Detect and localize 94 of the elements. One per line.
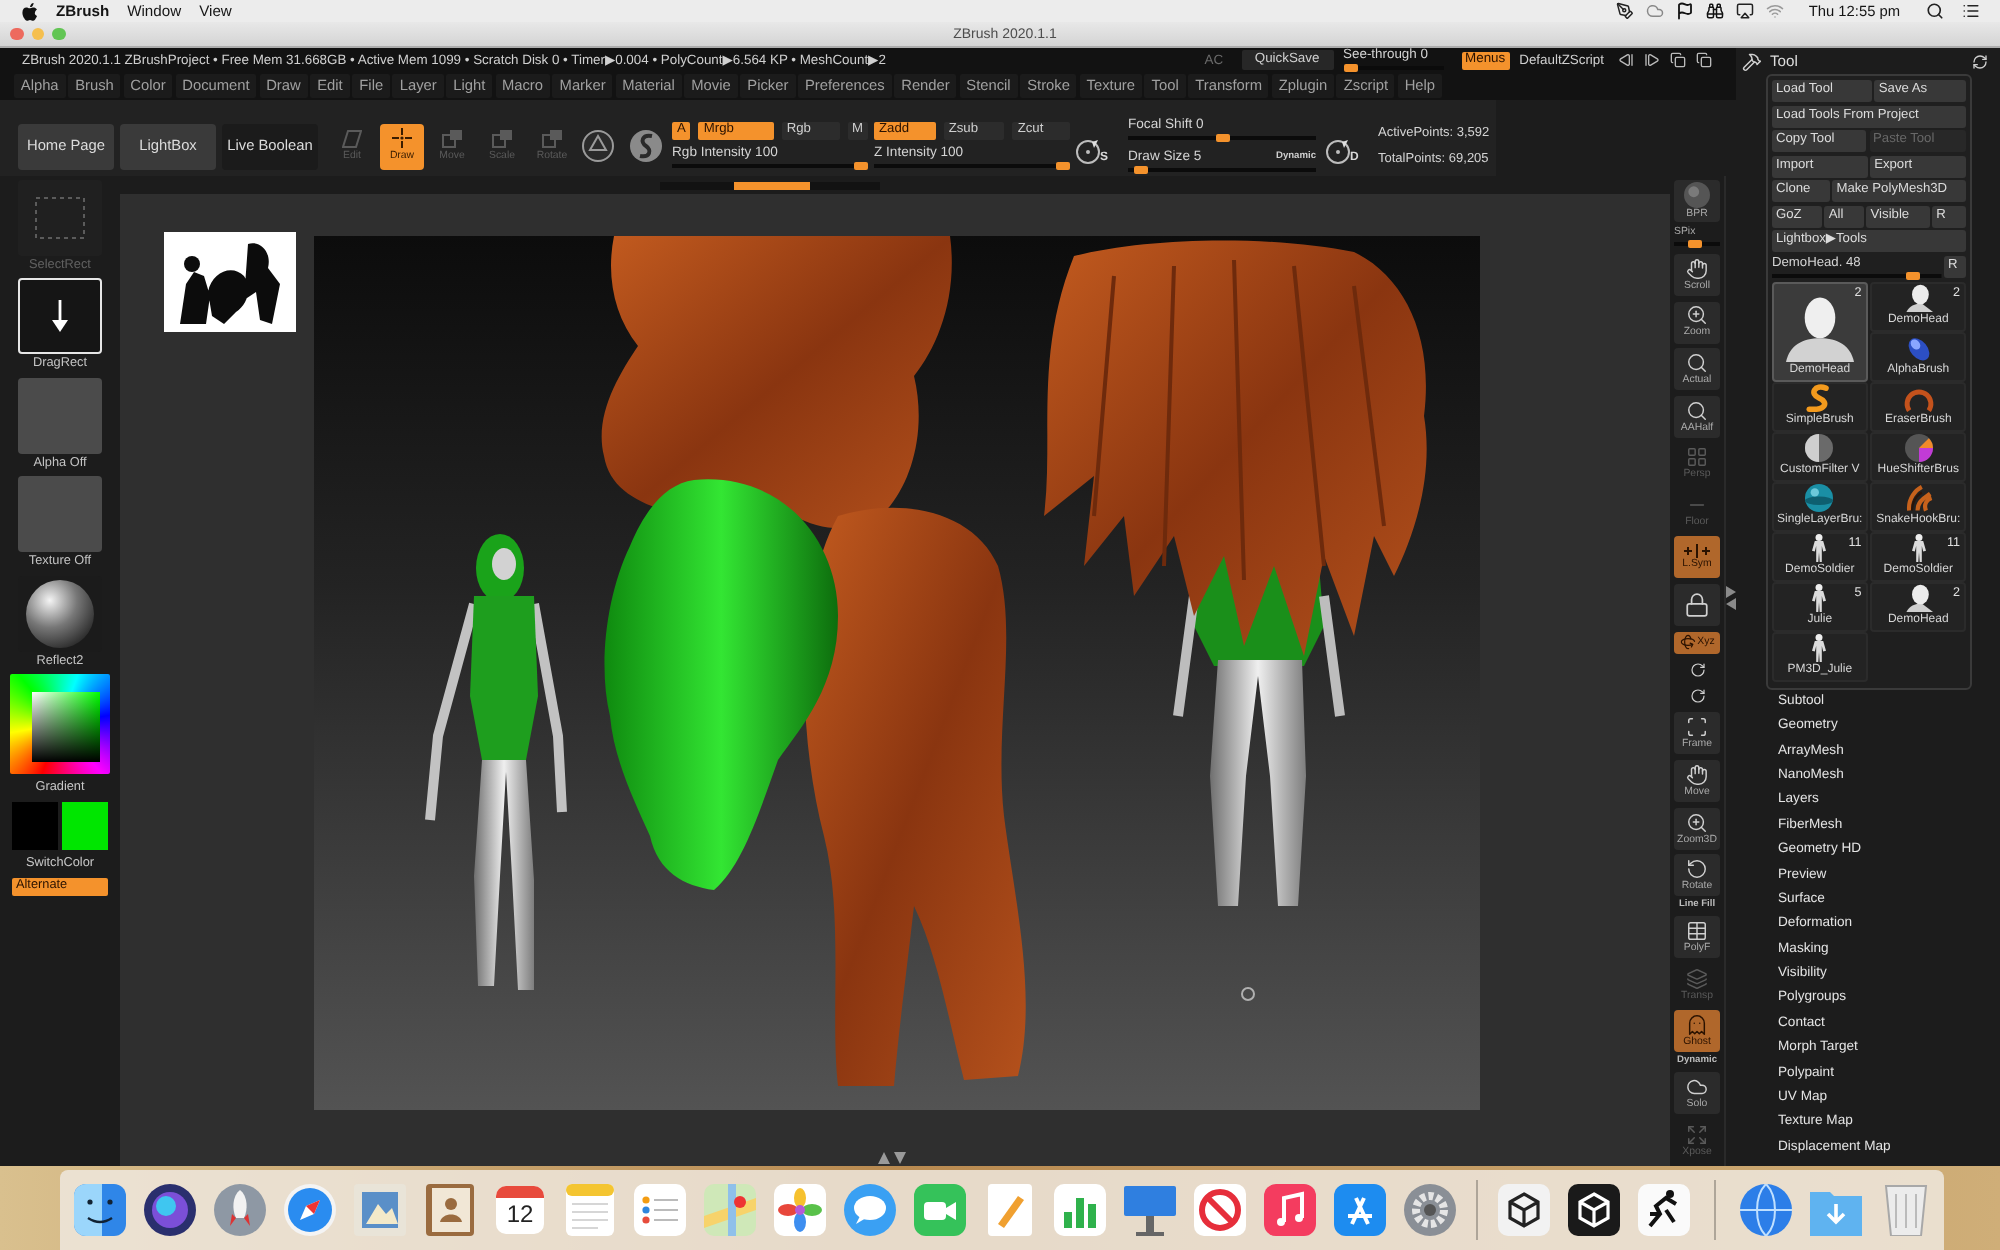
collapse-arrows-icon[interactable]: [878, 1152, 906, 1164]
frame-icon: [1686, 716, 1708, 739]
expand-icon: [1686, 1123, 1708, 1146]
running-figure-icon[interactable]: [1638, 1184, 1690, 1236]
checklist-icon[interactable]: [634, 1184, 686, 1236]
list-icon[interactable]: [1962, 2, 1980, 20]
chat-bubble-icon[interactable]: [844, 1184, 896, 1236]
calendar-day: 12: [506, 1198, 534, 1230]
squiggle-icon: [1804, 384, 1835, 412]
magnifier-icon: [1686, 399, 1708, 422]
target-circle-icon: [1076, 139, 1100, 163]
slider-thumb[interactable]: [1134, 166, 1149, 175]
address-book-icon[interactable]: [424, 1184, 476, 1236]
search-icon[interactable]: [1926, 2, 1944, 20]
copy-icon[interactable]: [1696, 52, 1712, 68]
grid-icon: [1686, 920, 1708, 943]
step-forward-icon[interactable]: [1644, 52, 1660, 68]
calendar-icon[interactable]: 12: [496, 1186, 544, 1234]
music-note-icon[interactable]: [1264, 1184, 1316, 1236]
cursor-ring-icon: [1241, 987, 1255, 1001]
sphere-icon: [1804, 434, 1835, 462]
circle-arrow-icon[interactable]: [1972, 53, 1988, 69]
hand-icon: [1686, 257, 1708, 280]
cube-icon[interactable]: [1568, 1184, 1620, 1236]
ring-arc-icon: [1903, 384, 1934, 412]
apple-icon[interactable]: [22, 1, 38, 21]
display-icon[interactable]: [1736, 2, 1755, 20]
slider-thumb[interactable]: [1688, 240, 1703, 249]
step-back-icon[interactable]: [1618, 52, 1634, 68]
sphere-icon: [1684, 181, 1710, 208]
navigator-thumbnail-drawing: [164, 232, 296, 332]
flower-icon[interactable]: [774, 1184, 826, 1236]
map-icon[interactable]: [704, 1184, 756, 1236]
rotate-icon: [1686, 858, 1708, 881]
sphere-icon: [1903, 434, 1934, 462]
cloud-icon: [1686, 1076, 1708, 1099]
target-circle-icon: [1326, 139, 1350, 163]
slider-thumb[interactable]: [1056, 162, 1070, 171]
gear-icon[interactable]: [1404, 1184, 1456, 1236]
podium-icon[interactable]: [1124, 1184, 1176, 1236]
rotate-axis-icon: [1679, 634, 1696, 651]
bar-chart-icon[interactable]: [1054, 1184, 1106, 1236]
parallelogram-icon: [342, 129, 362, 148]
slider-thumb[interactable]: [1343, 64, 1358, 73]
cube-icon[interactable]: [1498, 1184, 1550, 1236]
compass-icon[interactable]: [284, 1184, 336, 1236]
arrow-down-icon: [52, 300, 68, 333]
shelf-button[interactable]: [1674, 584, 1720, 627]
capsule-icon: [1903, 334, 1934, 362]
crosshair-icon: [392, 128, 412, 149]
scrollbar-thumb[interactable]: [734, 181, 810, 189]
grid-icon: [1686, 446, 1708, 469]
magnifier-icon: [1686, 351, 1708, 374]
sphere-icon: [1804, 484, 1835, 512]
triangle-circle-icon[interactable]: [582, 130, 614, 162]
flag-icon[interactable]: [1676, 2, 1695, 20]
symmetry-icon: [1684, 544, 1710, 559]
color-swatch[interactable]: [62, 802, 108, 851]
zoom-icon: [1686, 304, 1708, 327]
a-shape-icon[interactable]: [1334, 1184, 1386, 1236]
ghost-icon: [1686, 1014, 1708, 1037]
smiling-face-icon[interactable]: [74, 1184, 126, 1236]
dashed-rect-icon: [34, 196, 86, 240]
rocket-icon[interactable]: [214, 1184, 266, 1236]
cloud-icon[interactable]: [1646, 2, 1665, 20]
lock-icon: [1684, 592, 1710, 619]
hand-icon: [1686, 763, 1708, 786]
box-icon: [542, 129, 562, 148]
box-icon: [442, 129, 462, 148]
head-profile-icon: [1903, 584, 1934, 612]
orb-icon[interactable]: [144, 1184, 196, 1236]
zoom-icon: [1686, 811, 1708, 834]
rotate-icon: [1689, 688, 1705, 705]
color-swatch[interactable]: [12, 802, 58, 851]
head-profile-icon: [1903, 284, 1934, 312]
slider-thumb[interactable]: [1906, 271, 1921, 280]
pen-tool-icon[interactable]: [1616, 2, 1635, 20]
rotate-icon: [1689, 661, 1705, 678]
sphere-icon: [26, 579, 94, 648]
picture-icon[interactable]: [354, 1184, 406, 1236]
globe-icon[interactable]: [1740, 1184, 1792, 1236]
no-entry-icon[interactable]: [1194, 1184, 1246, 1236]
head-bust-icon: [1785, 294, 1854, 362]
hammer-icon: [1742, 51, 1762, 71]
binoculars-icon[interactable]: [1706, 2, 1725, 20]
layers-icon: [1686, 967, 1708, 990]
tentacle-icon: [1903, 484, 1934, 512]
slider-thumb[interactable]: [854, 162, 868, 171]
splitter-arrows-icon[interactable]: [1726, 586, 1736, 610]
copy-icon[interactable]: [1670, 52, 1686, 68]
color-picker[interactable]: [10, 674, 110, 775]
box-icon: [492, 129, 512, 148]
slider-thumb[interactable]: [1215, 134, 1229, 142]
swirl-sphere-icon[interactable]: [630, 130, 662, 162]
